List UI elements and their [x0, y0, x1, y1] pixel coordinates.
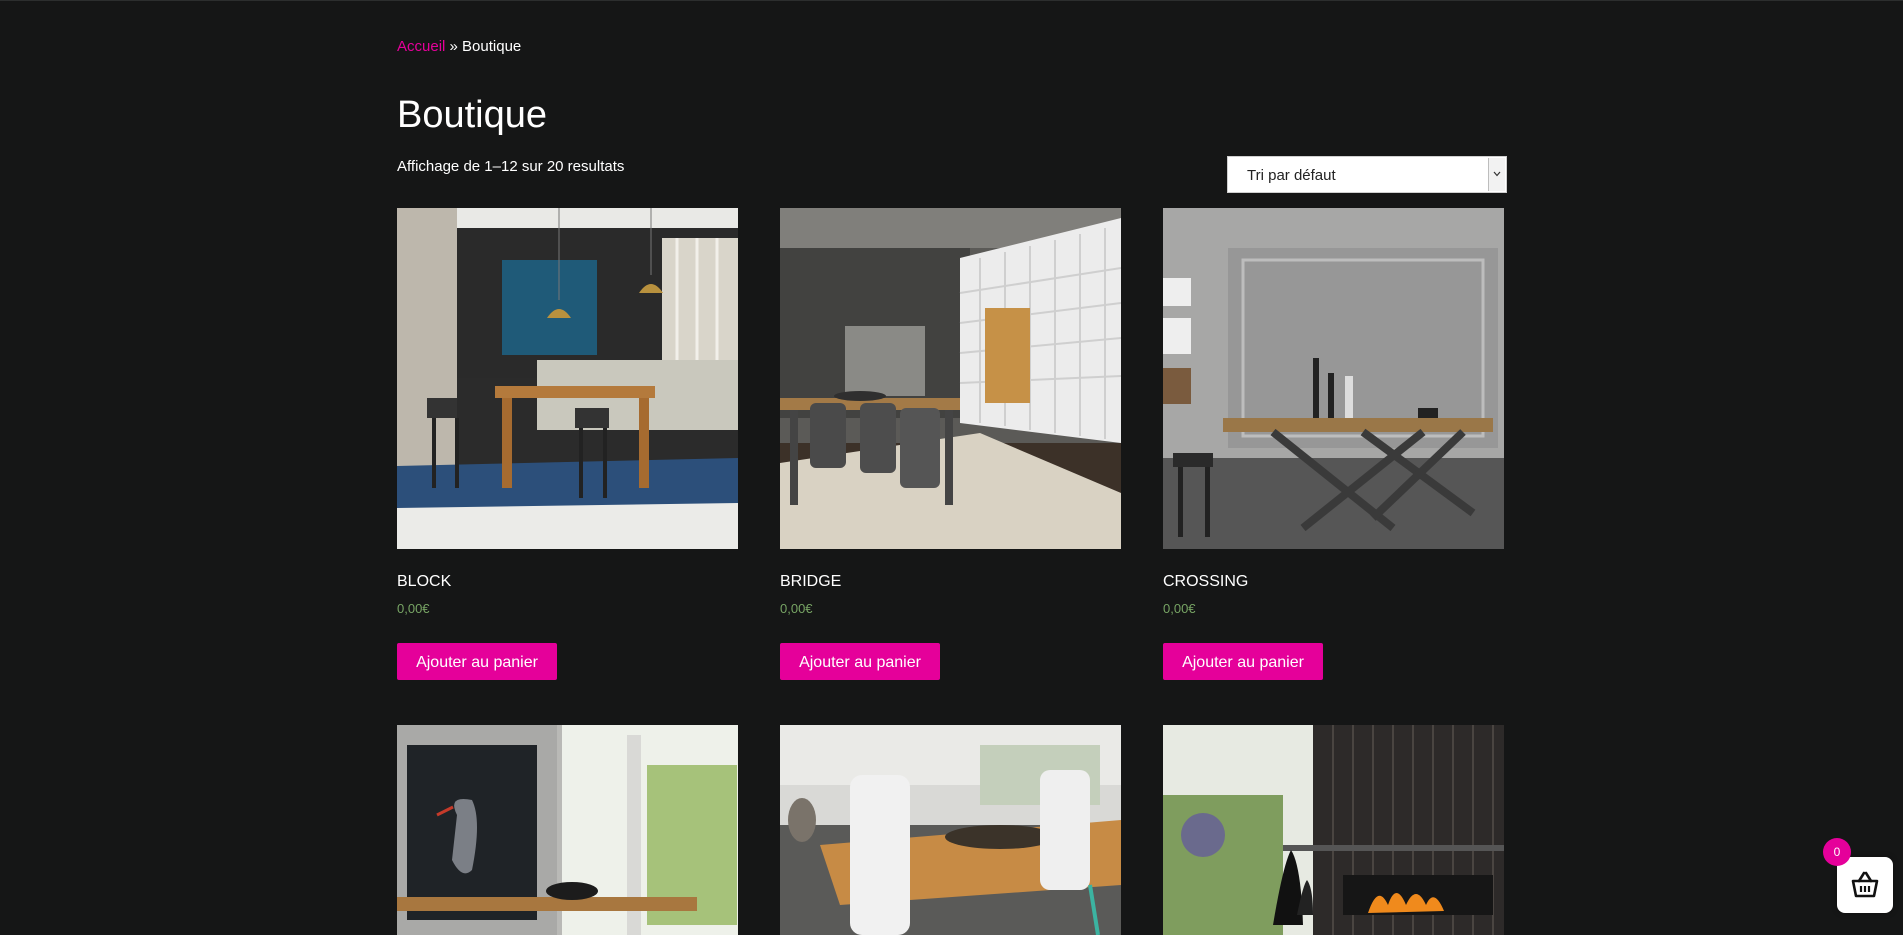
result-count: Affichage de 1–12 sur 20 resultats	[397, 158, 625, 175]
breadcrumb-current: Boutique	[462, 38, 522, 55]
chevron-down-icon	[1488, 158, 1505, 191]
ordering-select[interactable]: Tri par défaut	[1227, 156, 1507, 193]
cart-count-badge: 0	[1823, 838, 1851, 866]
product-price: 0,00€	[397, 601, 430, 616]
mini-cart-button[interactable]	[1837, 857, 1893, 913]
breadcrumb-separator: »	[449, 38, 458, 55]
product-title[interactable]: BRIDGE	[780, 572, 841, 592]
product-title[interactable]: BLOCK	[397, 572, 451, 592]
ordering-selected-value: Tri par défaut	[1247, 167, 1336, 184]
basket-icon	[1851, 871, 1879, 898]
product-image[interactable]	[397, 208, 738, 549]
breadcrumb: Accueil » Boutique	[397, 38, 521, 56]
top-border	[0, 0, 1903, 1]
page-title: Boutique	[397, 94, 548, 136]
product-price: 0,00€	[1163, 601, 1196, 616]
breadcrumb-home-link[interactable]: Accueil	[397, 38, 445, 55]
product-title[interactable]: CROSSING	[1163, 572, 1248, 592]
add-to-cart-button[interactable]: Ajouter au panier	[397, 643, 557, 680]
product-image[interactable]	[780, 208, 1121, 549]
product-image[interactable]	[397, 725, 738, 935]
add-to-cart-button[interactable]: Ajouter au panier	[780, 643, 940, 680]
product-price: 0,00€	[780, 601, 813, 616]
product-image[interactable]	[1163, 725, 1504, 935]
add-to-cart-button[interactable]: Ajouter au panier	[1163, 643, 1323, 680]
product-image[interactable]	[780, 725, 1121, 935]
product-image[interactable]	[1163, 208, 1504, 549]
